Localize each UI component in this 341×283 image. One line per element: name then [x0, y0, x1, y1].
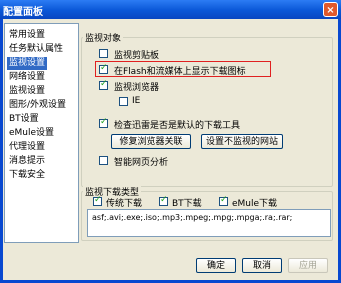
sidebar-item-general[interactable]: 常用设置: [9, 29, 45, 42]
clipboard-label: 监视剪贴板: [114, 51, 160, 61]
emule-download-checkbox[interactable]: [219, 195, 228, 206]
browser-checkbox[interactable]: [99, 79, 108, 90]
smart-analysis-label: 智能网页分析: [114, 158, 169, 168]
close-button[interactable]: ×: [323, 2, 338, 17]
default-tool-checkbox[interactable]: [99, 117, 108, 128]
traditional-download-label: 传统下载: [106, 199, 143, 209]
title-bar: 配置面板 ×: [0, 0, 341, 19]
bt-download-label: BT下载: [172, 199, 202, 209]
default-tool-label: 检查迅雷是否是默认的下载工具: [114, 121, 241, 131]
sidebar-item-appearance[interactable]: 图形/外观设置: [9, 99, 66, 112]
sidebar-item-notifications[interactable]: 消息提示: [9, 155, 45, 168]
sidebar-item-proxy[interactable]: 代理设置: [9, 141, 45, 154]
flash-icon-label: 在Flash和流媒体上显示下载图标: [114, 67, 246, 77]
sidebar-item-network[interactable]: 网络设置: [9, 71, 45, 84]
ie-checkbox[interactable]: [119, 97, 128, 106]
monitor-objects-title: 监视对象: [83, 31, 124, 44]
browser-label: 监视浏览器: [114, 83, 160, 93]
extensions-input[interactable]: asf;.avi;.exe;.iso;.mp3;.mpeg;.mpg;.mpga…: [87, 209, 331, 237]
sidebar-item-download-security[interactable]: 下载安全: [9, 169, 45, 182]
bt-download-checkbox[interactable]: [159, 195, 168, 206]
apply-button[interactable]: 应用: [288, 258, 328, 273]
settings-category-list[interactable]: 常用设置 任务默认属性 监视设置 网络设置 监视设置 图形/外观设置 BT设置 …: [4, 23, 79, 243]
traditional-download-checkbox[interactable]: [93, 195, 102, 206]
sidebar-item-emule[interactable]: eMule设置: [9, 127, 54, 140]
emule-download-label: eMule下载: [232, 199, 278, 209]
settings-content: 监视对象 监视剪贴板 在Flash和流媒体上显示下载图标 监视浏览器 IE 检查…: [79, 23, 336, 243]
ie-label: IE: [132, 96, 141, 106]
sidebar-item-monitor-selected[interactable]: 监视设置: [7, 57, 48, 70]
repair-browser-button[interactable]: 修复浏览器关联: [111, 134, 191, 149]
window-title: 配置面板: [3, 7, 43, 18]
ok-button[interactable]: 确定: [196, 258, 236, 273]
sidebar-item-bt[interactable]: BT设置: [9, 113, 39, 126]
cancel-button[interactable]: 取消: [242, 258, 282, 273]
sidebar-item-monitor[interactable]: 监视设置: [9, 85, 45, 98]
clipboard-checkbox[interactable]: [99, 49, 108, 58]
unmonitored-sites-button[interactable]: 设置不监视的网站: [201, 134, 283, 149]
sidebar-item-task-defaults[interactable]: 任务默认属性: [9, 43, 63, 56]
flash-icon-checkbox[interactable]: [99, 63, 108, 74]
smart-analysis-checkbox[interactable]: [99, 156, 108, 165]
